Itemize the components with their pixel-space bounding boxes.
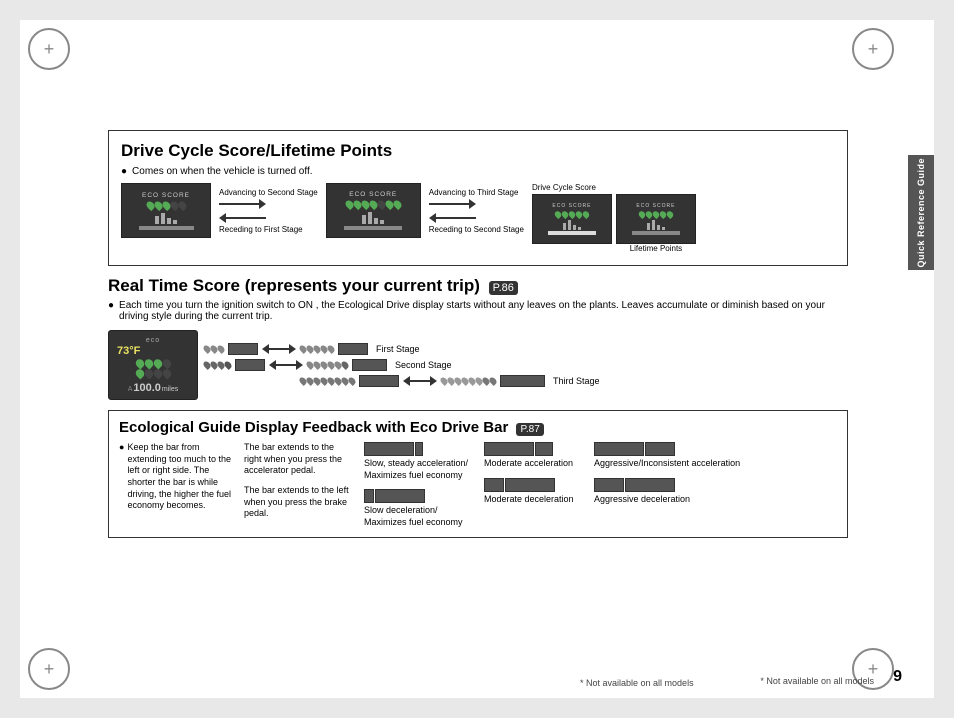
eco-guide-col3: Slow, steady acceleration/ Maximizes fue…: [364, 442, 474, 529]
stage-displays: First Stage: [204, 343, 600, 387]
arrow-right-icon: [289, 344, 296, 354]
first-stage-label: First Stage: [376, 344, 420, 354]
rts-title: Real Time Score (represents your current…: [108, 276, 848, 296]
arrow-right-icon: [296, 360, 303, 370]
drive-cycle-score-label: Drive Cycle Score: [532, 183, 596, 192]
footnote: * Not available on all models: [760, 676, 874, 686]
eco-guide-col2: The bar extends to the right when you pr…: [244, 442, 354, 529]
eco-guide-title: Ecological Guide Display Feedback with E…: [119, 419, 837, 436]
eco-guide-col1: ● Keep the bar from extending too much t…: [119, 442, 234, 529]
leaf-dim: [176, 199, 187, 210]
drive-cycle-section: Drive Cycle Score/Lifetime Points ● Come…: [108, 130, 848, 266]
advancing-label-1: Advancing to Second Stage: [219, 188, 318, 197]
eco-guide-col5: Aggressive/Inconsistent acceleration Agg…: [594, 442, 837, 529]
corner-mark-tl: [28, 28, 70, 70]
second-stage-label: Second Stage: [395, 360, 452, 370]
receding-label-2: Receding to Second Stage: [429, 225, 524, 234]
arrow-right-icon: [469, 199, 476, 209]
bullet-icon: ●: [108, 300, 114, 311]
lifetime-label: Lifetime Points: [616, 244, 696, 253]
real-time-section: Real Time Score (represents your current…: [108, 276, 848, 400]
eco-screen-3a: ECO SCORE: [532, 194, 612, 244]
arrow-left-icon: [269, 360, 276, 370]
footnote-text: * Not available on all models: [580, 678, 694, 688]
eco-diagrams-row: ECO SCORE: [121, 183, 835, 253]
eco-guide-col4: Moderate acceleration Moderate decelerat…: [484, 442, 584, 529]
second-stage-row: Second Stage: [204, 359, 600, 371]
stages-row: eco 73°F A 100.0 miles: [108, 330, 848, 400]
rts-page-ref: P.86: [489, 281, 518, 295]
eco-screen-3b: ECO SCORE: [616, 194, 696, 244]
page-number: 9: [893, 668, 902, 686]
drive-cycle-title: Drive Cycle Score/Lifetime Points: [121, 141, 835, 161]
bullet-icon: ●: [121, 166, 127, 177]
corner-mark-bl: [28, 648, 70, 690]
rts-bullet: ● Each time you turn the ignition switch…: [108, 300, 848, 322]
eco-screen-2: ECO SCORE: [326, 183, 421, 238]
first-stage-row: First Stage: [204, 343, 600, 355]
third-stage-label: Third Stage: [553, 376, 600, 386]
leaf: [392, 199, 403, 210]
arrow-left-icon: [429, 213, 436, 223]
arrow-left-icon: [219, 213, 226, 223]
arrow-left-icon: [403, 376, 410, 386]
arrow-right-icon: [430, 376, 437, 386]
third-stage-row: Third Stage: [204, 375, 600, 387]
eco-guide-section: Ecological Guide Display Feedback with E…: [108, 410, 848, 538]
arrows-1-2: Advancing to Second Stage Receding to Fi…: [219, 183, 318, 234]
arrows-2-3: Advancing to Third Stage Receding to Sec…: [429, 183, 524, 234]
eco-drive-display: eco 73°F A 100.0 miles: [108, 330, 198, 400]
eco-diagram-1: ECO SCORE: [121, 183, 211, 238]
corner-mark-tr: [852, 28, 894, 70]
eco-guide-content: ● Keep the bar from extending too much t…: [119, 442, 837, 529]
arrow-left-icon: [262, 344, 269, 354]
main-content: Drive Cycle Score/Lifetime Points ● Come…: [108, 130, 848, 538]
eco-diagram-2: ECO SCORE: [326, 183, 421, 238]
sidebar-tab: Quick Reference Guide: [908, 155, 934, 270]
receding-label-1: Receding to First Stage: [219, 225, 303, 234]
eco-screen-1: ECO SCORE: [121, 183, 211, 238]
arrow-right-icon: [259, 199, 266, 209]
advancing-label-2: Advancing to Third Stage: [429, 188, 519, 197]
sidebar-label: Quick Reference Guide: [916, 158, 926, 268]
drive-cycle-bullet: ● Comes on when the vehicle is turned of…: [121, 166, 835, 177]
eco-diagram-3: Drive Cycle Score ECO SCORE: [532, 183, 696, 253]
eco-guide-page-ref: P.87: [516, 423, 543, 436]
